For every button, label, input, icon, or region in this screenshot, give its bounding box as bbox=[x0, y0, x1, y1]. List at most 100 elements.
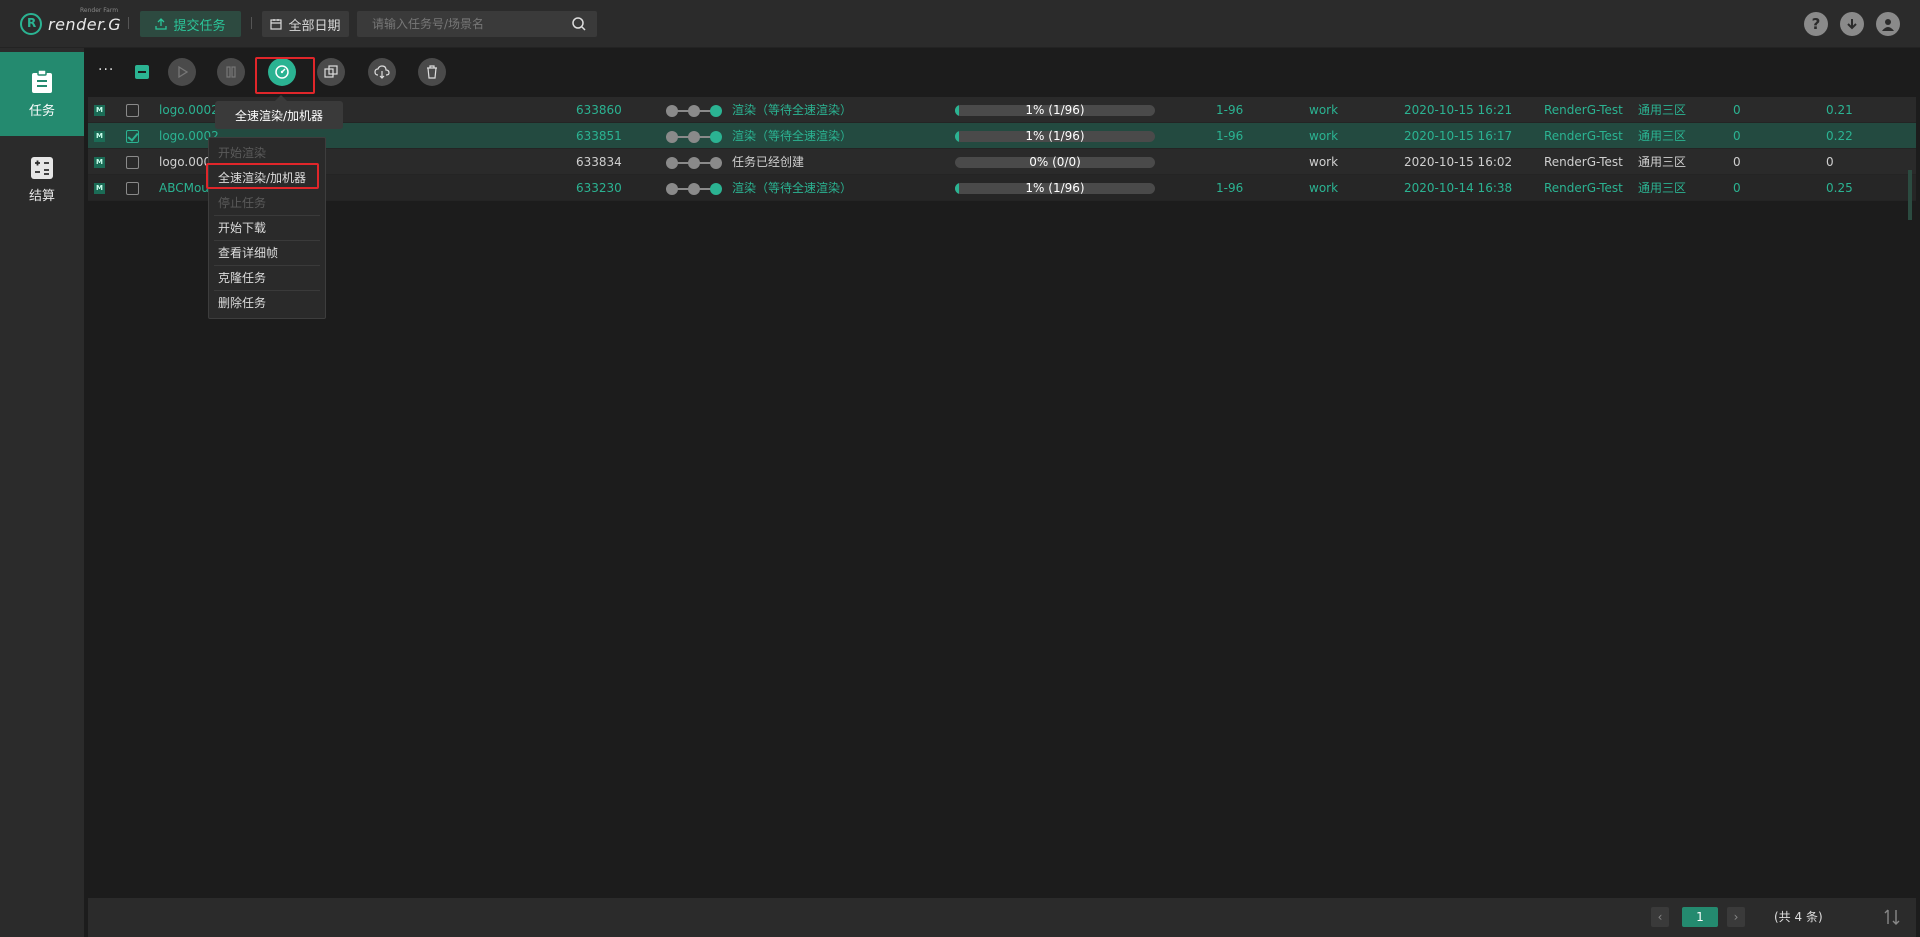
progress-text: 1% (1/96) bbox=[1025, 103, 1085, 117]
row-checkbox[interactable] bbox=[126, 130, 139, 143]
frame-range: 1-96 bbox=[1216, 181, 1244, 195]
task-table: M logo.0002 633860 渲染（等待全速渲染） 1% (1/96) … bbox=[88, 97, 1916, 201]
current-page[interactable]: 1 bbox=[1682, 907, 1718, 927]
highlight-box bbox=[255, 57, 315, 94]
status-steps bbox=[666, 157, 722, 169]
table-row[interactable]: M logo.0002 633851 渲染（等待全速渲染） 1% (1/96) … bbox=[88, 123, 1916, 149]
search-icon[interactable] bbox=[571, 16, 587, 32]
download-icon[interactable] bbox=[1840, 12, 1864, 36]
user-name: RenderG-Test bbox=[1544, 181, 1623, 195]
render-zone: 通用三区 bbox=[1638, 103, 1687, 117]
submit-task-label: 提交任务 bbox=[173, 18, 226, 34]
count-value: 0 bbox=[1733, 181, 1741, 195]
menu-item-delete-task[interactable]: 删除任务 bbox=[209, 291, 325, 316]
scene-name[interactable]: ABCMou bbox=[159, 175, 209, 201]
menu-item-label: 停止任务 bbox=[218, 196, 267, 210]
menu-item-label: 开始下载 bbox=[218, 221, 267, 235]
date-filter-label: 全部日期 bbox=[288, 18, 341, 34]
clone-button[interactable] bbox=[317, 58, 345, 86]
task-id: 633860 bbox=[576, 103, 622, 117]
cost-value: 0 bbox=[1826, 155, 1834, 169]
max-badge-icon: M bbox=[94, 157, 105, 168]
table-row[interactable]: M ABCMou 633230 渲染（等待全速渲染） 1% (1/96) 1-9… bbox=[88, 175, 1916, 201]
help-icon[interactable]: ? bbox=[1804, 12, 1828, 36]
menu-item-label: 删除任务 bbox=[218, 296, 267, 310]
submit-time: 2020-10-15 16:17 bbox=[1404, 129, 1513, 143]
row-checkbox[interactable] bbox=[126, 156, 139, 169]
task-toolbar: ··· bbox=[88, 52, 1916, 96]
sidebar-item-label: 结算 bbox=[28, 188, 55, 204]
task-id: 633851 bbox=[576, 129, 622, 143]
user-name: RenderG-Test bbox=[1544, 129, 1623, 143]
sidebar: 任务 结算 bbox=[0, 48, 84, 937]
app-logo[interactable]: render.G Render Farm bbox=[20, 7, 122, 39]
progress-text: 1% (1/96) bbox=[1025, 181, 1085, 195]
prev-page-button[interactable]: ‹ bbox=[1651, 907, 1669, 927]
sort-icon[interactable] bbox=[1882, 907, 1902, 927]
frame-range: 1-96 bbox=[1216, 129, 1244, 143]
menu-item-label: 克隆任务 bbox=[218, 271, 267, 285]
max-badge-icon: M bbox=[94, 183, 105, 194]
cost-value: 0.21 bbox=[1826, 103, 1853, 117]
task-status: 渲染（等待全速渲染） bbox=[732, 103, 853, 117]
count-value: 0 bbox=[1733, 155, 1741, 169]
max-badge-icon: M bbox=[94, 105, 105, 116]
status-steps bbox=[666, 183, 722, 195]
status-steps bbox=[666, 105, 722, 117]
project-name: work bbox=[1309, 129, 1339, 143]
table-row[interactable]: M logo.000 633834 任务已经创建 0% (0/0) work 2… bbox=[88, 149, 1916, 175]
menu-item-label: 查看详细帧 bbox=[218, 246, 279, 260]
task-id: 633230 bbox=[576, 181, 622, 195]
menu-item-view-frames[interactable]: 查看详细帧 bbox=[209, 241, 325, 266]
progress-text: 0% (0/0) bbox=[1029, 155, 1081, 169]
select-all-checkbox[interactable] bbox=[135, 65, 149, 79]
calculator-icon bbox=[31, 156, 53, 179]
next-page-button[interactable]: › bbox=[1727, 907, 1745, 927]
trash-icon bbox=[427, 65, 437, 79]
search-box bbox=[357, 11, 597, 37]
scene-name[interactable]: logo.0002 bbox=[159, 97, 219, 123]
sidebar-item-billing[interactable]: 结算 bbox=[0, 138, 84, 222]
task-status: 任务已经创建 bbox=[732, 155, 805, 169]
divider bbox=[128, 17, 129, 29]
count-value: 0 bbox=[1733, 103, 1741, 117]
status-steps bbox=[666, 131, 722, 143]
max-badge-icon: M bbox=[94, 131, 105, 142]
download-results-button[interactable] bbox=[368, 58, 396, 86]
sidebar-item-tasks[interactable]: 任务 bbox=[0, 52, 84, 136]
user-icon[interactable] bbox=[1876, 12, 1900, 36]
user-name: RenderG-Test bbox=[1544, 155, 1623, 169]
menu-item-start-download[interactable]: 开始下载 bbox=[209, 216, 325, 241]
logo-text: render.G bbox=[48, 14, 122, 34]
delete-button[interactable] bbox=[418, 58, 446, 86]
table-row[interactable]: M logo.0002 633860 渲染（等待全速渲染） 1% (1/96) … bbox=[88, 97, 1916, 123]
submit-time: 2020-10-15 16:02 bbox=[1404, 155, 1513, 169]
row-checkbox[interactable] bbox=[126, 104, 139, 117]
highlight-box bbox=[206, 163, 319, 189]
project-name: work bbox=[1309, 181, 1339, 195]
copy-icon bbox=[324, 65, 338, 78]
scrollbar-thumb[interactable] bbox=[1908, 170, 1912, 220]
count-value: 0 bbox=[1733, 129, 1741, 143]
cost-value: 0.25 bbox=[1826, 181, 1853, 195]
task-id: 633834 bbox=[576, 155, 622, 169]
cost-value: 0.22 bbox=[1826, 129, 1853, 143]
cloud-download-icon bbox=[374, 65, 390, 79]
menu-item-clone-task[interactable]: 克隆任务 bbox=[209, 266, 325, 291]
pause-button[interactable] bbox=[217, 58, 245, 86]
row-checkbox[interactable] bbox=[126, 182, 139, 195]
more-options-button[interactable]: ··· bbox=[98, 62, 114, 78]
render-zone: 通用三区 bbox=[1638, 129, 1687, 143]
submit-task-button[interactable]: 提交任务 bbox=[140, 11, 241, 37]
menu-item-stop-task[interactable]: 停止任务 bbox=[209, 191, 325, 216]
top-right-actions: ? bbox=[1804, 12, 1900, 36]
clipboard-icon bbox=[32, 69, 52, 93]
divider bbox=[251, 17, 252, 29]
pagination-bar: ‹ 1 › (共 4 条) bbox=[88, 898, 1916, 937]
calendar-icon bbox=[270, 19, 283, 30]
date-filter-button[interactable]: 全部日期 bbox=[262, 11, 349, 37]
scene-name[interactable]: logo.000 bbox=[159, 149, 211, 175]
search-input[interactable] bbox=[357, 11, 557, 37]
play-icon bbox=[178, 65, 189, 79]
start-render-button[interactable] bbox=[168, 58, 196, 86]
